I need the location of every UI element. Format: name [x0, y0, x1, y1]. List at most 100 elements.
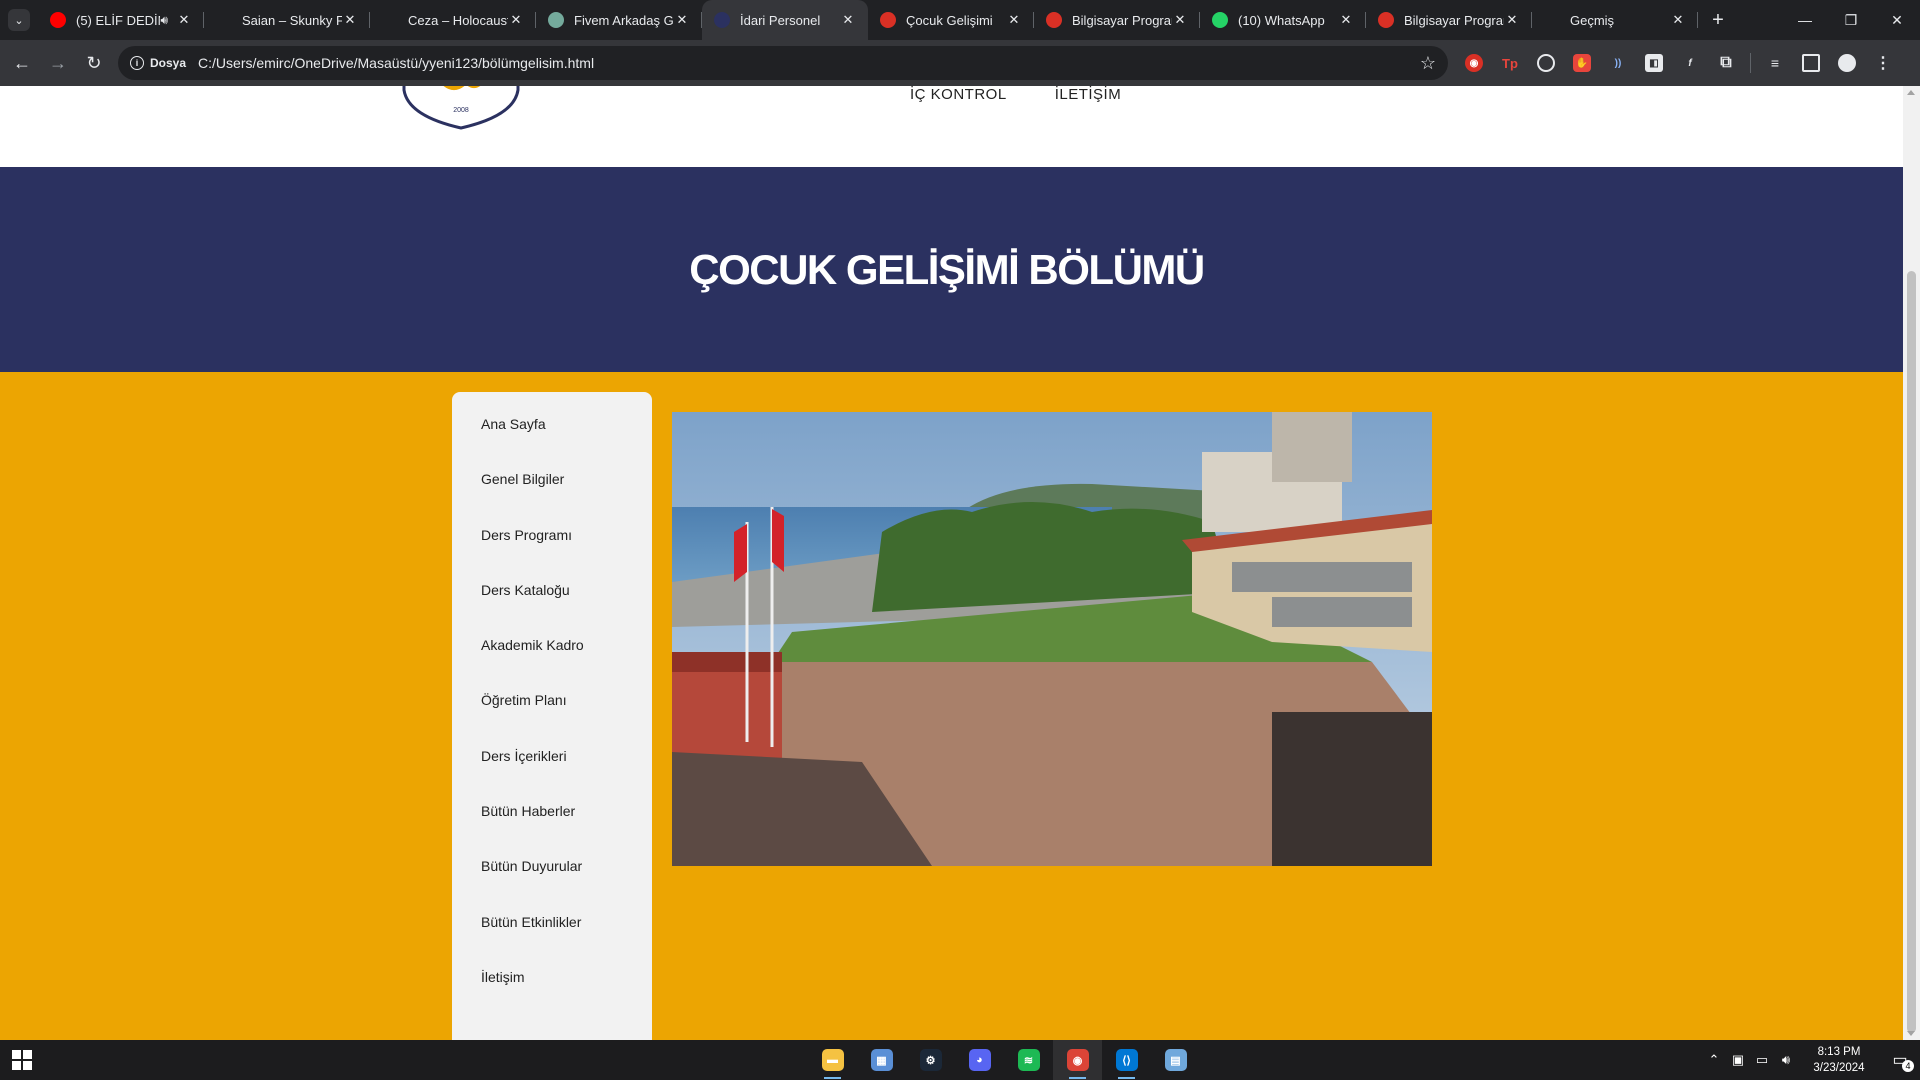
taskbar-app-discord[interactable]: ◕ [955, 1040, 1004, 1080]
browser-tab[interactable]: Bilgisayar Progran ✕ [1366, 0, 1532, 40]
tab-close-icon[interactable]: ✕ [840, 12, 856, 28]
tab-title: İdari Personel [740, 12, 821, 28]
info-icon: i [130, 56, 144, 70]
window-controls: — ❐ ✕ [1782, 0, 1920, 40]
tab-title: Geçmiş [1570, 12, 1615, 28]
taskbar-app-file-explorer[interactable]: ▬ [808, 1040, 857, 1080]
browser-tab[interactable]: Fivem Arkadaş Gr ✕ [536, 0, 702, 40]
browser-tab[interactable]: Saian – Skunky Fu ✕ [204, 0, 370, 40]
extension-icon-1[interactable]: ◉ [1456, 45, 1492, 81]
tab-favicon-icon [714, 12, 730, 28]
taskbar-app-steam[interactable]: ⚙ [906, 1040, 955, 1080]
tab-close-icon[interactable]: ✕ [508, 12, 524, 28]
bookmark-star-icon[interactable]: ☆ [1420, 53, 1436, 74]
extension-icon-3[interactable] [1528, 45, 1564, 81]
browser-tab[interactable]: Çocuk Gelişimi ✕ [868, 0, 1034, 40]
sidebar-item-ana-sayfa[interactable]: Ana Sayfa [452, 414, 652, 469]
new-tab-button[interactable]: + [1704, 6, 1732, 34]
close-window-button[interactable]: ✕ [1874, 0, 1920, 40]
address-bar[interactable]: i Dosya C:/Users/emirc/OneDrive/Masaüstü… [118, 46, 1448, 80]
sidebar-menu: Ana Sayfa Genel Bilgiler Ders Programı D… [452, 392, 652, 1040]
browser-tab[interactable]: Geçmiş ✕ [1532, 0, 1698, 40]
school-logo-icon[interactable]: 2008 [402, 86, 520, 130]
profile-avatar[interactable] [1829, 45, 1865, 81]
tab-list: (5) ELİF DEDİM 🔊︎ ✕ Saian – Skunky Fu ✕ Ceza … [38, 0, 1698, 40]
minimize-button[interactable]: — [1782, 0, 1828, 40]
browser-tab[interactable]: İdari Personel ✕ [702, 0, 868, 40]
running-indicator [1069, 1077, 1086, 1079]
browser-tab[interactable]: (10) WhatsApp ✕ [1200, 0, 1366, 40]
restore-button[interactable]: ❐ [1828, 0, 1874, 40]
scrollbar-thumb[interactable] [1907, 271, 1916, 1033]
browser-tab[interactable]: Bilgisayar Progran ✕ [1034, 0, 1200, 40]
notification-center-icon[interactable]: ▭ 4 [1880, 1040, 1920, 1080]
extension-icon-2[interactable]: Tp [1492, 45, 1528, 81]
extension-icon-7[interactable]: f [1672, 45, 1708, 81]
nav-link-iletisim[interactable]: İLETİŞİM [1055, 86, 1122, 104]
sidebar-item-iletisim[interactable]: İletişim [452, 967, 652, 1022]
tray-volume-icon[interactable]: 🔊︎ [1774, 1052, 1798, 1068]
tab-close-icon[interactable]: ✕ [674, 12, 690, 28]
tab-favicon-icon [382, 12, 398, 28]
tab-close-icon[interactable]: ✕ [1006, 12, 1022, 28]
tray-overflow-chevron-icon[interactable]: ⌃ [1702, 1052, 1726, 1068]
sidebar-item-butun-duyurular[interactable]: Bütün Duyurular [452, 856, 652, 911]
sidebar-item-ders-icerikleri[interactable]: Ders İçerikleri [452, 746, 652, 801]
taskbar-app-notepad[interactable]: ▤ [1151, 1040, 1200, 1080]
tab-favicon-icon [880, 12, 896, 28]
tray-network-icon[interactable]: ▭ [1750, 1052, 1774, 1068]
taskbar-app-spotify[interactable]: ≋ [1004, 1040, 1053, 1080]
tab-title: Bilgisayar Progran [1404, 12, 1504, 28]
tab-close-icon[interactable]: ✕ [1338, 12, 1354, 28]
tab-title: (5) ELİF DEDİM [76, 12, 161, 28]
url-text[interactable]: C:/Users/emirc/OneDrive/Masaüstü/yyeni12… [198, 55, 1420, 71]
tab-separator [1697, 12, 1698, 28]
extension-icon-5[interactable]: )) [1600, 45, 1636, 81]
reload-button[interactable]: ↻ [76, 45, 112, 81]
sidebar-item-butun-haberler[interactable]: Bütün Haberler [452, 801, 652, 856]
scroll-down-arrow-icon[interactable] [1907, 1031, 1915, 1036]
sidebar-item-ogretim-plani[interactable]: Öğretim Planı [452, 690, 652, 745]
tab-favicon-icon [1212, 12, 1228, 28]
start-button[interactable] [12, 1050, 32, 1070]
browser-menu-icon[interactable]: ⋮ [1865, 45, 1901, 81]
tray-camera-icon[interactable]: ▣ [1726, 1052, 1750, 1068]
site-info-chip[interactable]: i Dosya [130, 56, 198, 70]
page-scrollbar[interactable] [1903, 86, 1920, 1040]
forward-button[interactable]: → [40, 45, 76, 81]
sidebar-item-akademik-kadro[interactable]: Akademik Kadro [452, 635, 652, 690]
extension-icon-6[interactable]: ◧ [1636, 45, 1672, 81]
sidebar-item-genel-bilgiler[interactable]: Genel Bilgiler [452, 469, 652, 524]
notepad-icon: ▤ [1164, 1049, 1187, 1071]
back-button[interactable]: ← [4, 45, 40, 81]
windows-taskbar: ▬ ▦ ⚙ ◕ ≋ ◉ ⟨⟩ ▤ ⌃ ▣ ▭ 🔊︎ 8:13 PM 3/23/2024 ▭ 4 [0, 1040, 1920, 1080]
taskbar-app-vscode[interactable]: ⟨⟩ [1102, 1040, 1151, 1080]
tab-audio-icon[interactable]: 🔊︎ [160, 13, 168, 28]
media-control-icon[interactable]: ≡ [1757, 45, 1793, 81]
tab-close-icon[interactable]: ✕ [176, 12, 192, 28]
browser-tab[interactable]: Ceza – Holocaust ✕ [370, 0, 536, 40]
browser-toolbar: ← → ↻ i Dosya C:/Users/emirc/OneDrive/Ma… [0, 40, 1920, 86]
side-panel-icon[interactable] [1793, 45, 1829, 81]
tab-close-icon[interactable]: ✕ [1670, 12, 1686, 28]
tab-title: Fivem Arkadaş Gr [574, 12, 674, 28]
tab-close-icon[interactable]: ✕ [342, 12, 358, 28]
campus-photo [672, 412, 1432, 866]
nav-link-ic-kontrol[interactable]: İÇ KONTROL [910, 86, 1007, 104]
sidebar-item-ders-programi[interactable]: Ders Programı [452, 525, 652, 580]
taskbar-app-chrome[interactable]: ◉ [1053, 1040, 1102, 1080]
taskbar-app-app-window[interactable]: ▦ [857, 1040, 906, 1080]
browser-tab[interactable]: (5) ELİF DEDİM 🔊︎ ✕ [38, 0, 204, 40]
tab-close-icon[interactable]: ✕ [1172, 12, 1188, 28]
tab-search-button[interactable]: ⌄ [8, 9, 30, 31]
sidebar-item-butun-etkinlikler[interactable]: Bütün Etkinlikler [452, 912, 652, 967]
extension-icon-4[interactable]: ✋ [1564, 45, 1600, 81]
sidebar-item-ders-katalogu[interactable]: Ders Kataloğu [452, 580, 652, 635]
scroll-up-arrow-icon[interactable] [1907, 90, 1915, 95]
taskbar-clock[interactable]: 8:13 PM 3/23/2024 [1804, 1044, 1874, 1076]
tab-title: Çocuk Gelişimi [906, 12, 993, 28]
tab-close-icon[interactable]: ✕ [1504, 12, 1520, 28]
browser-tabstrip: ⌄ (5) ELİF DEDİM 🔊︎ ✕ Saian – Skunky Fu ✕ Cez… [0, 0, 1920, 40]
extensions-puzzle-icon[interactable]: ⧉ [1708, 45, 1744, 81]
spotify-icon: ≋ [1017, 1049, 1040, 1071]
